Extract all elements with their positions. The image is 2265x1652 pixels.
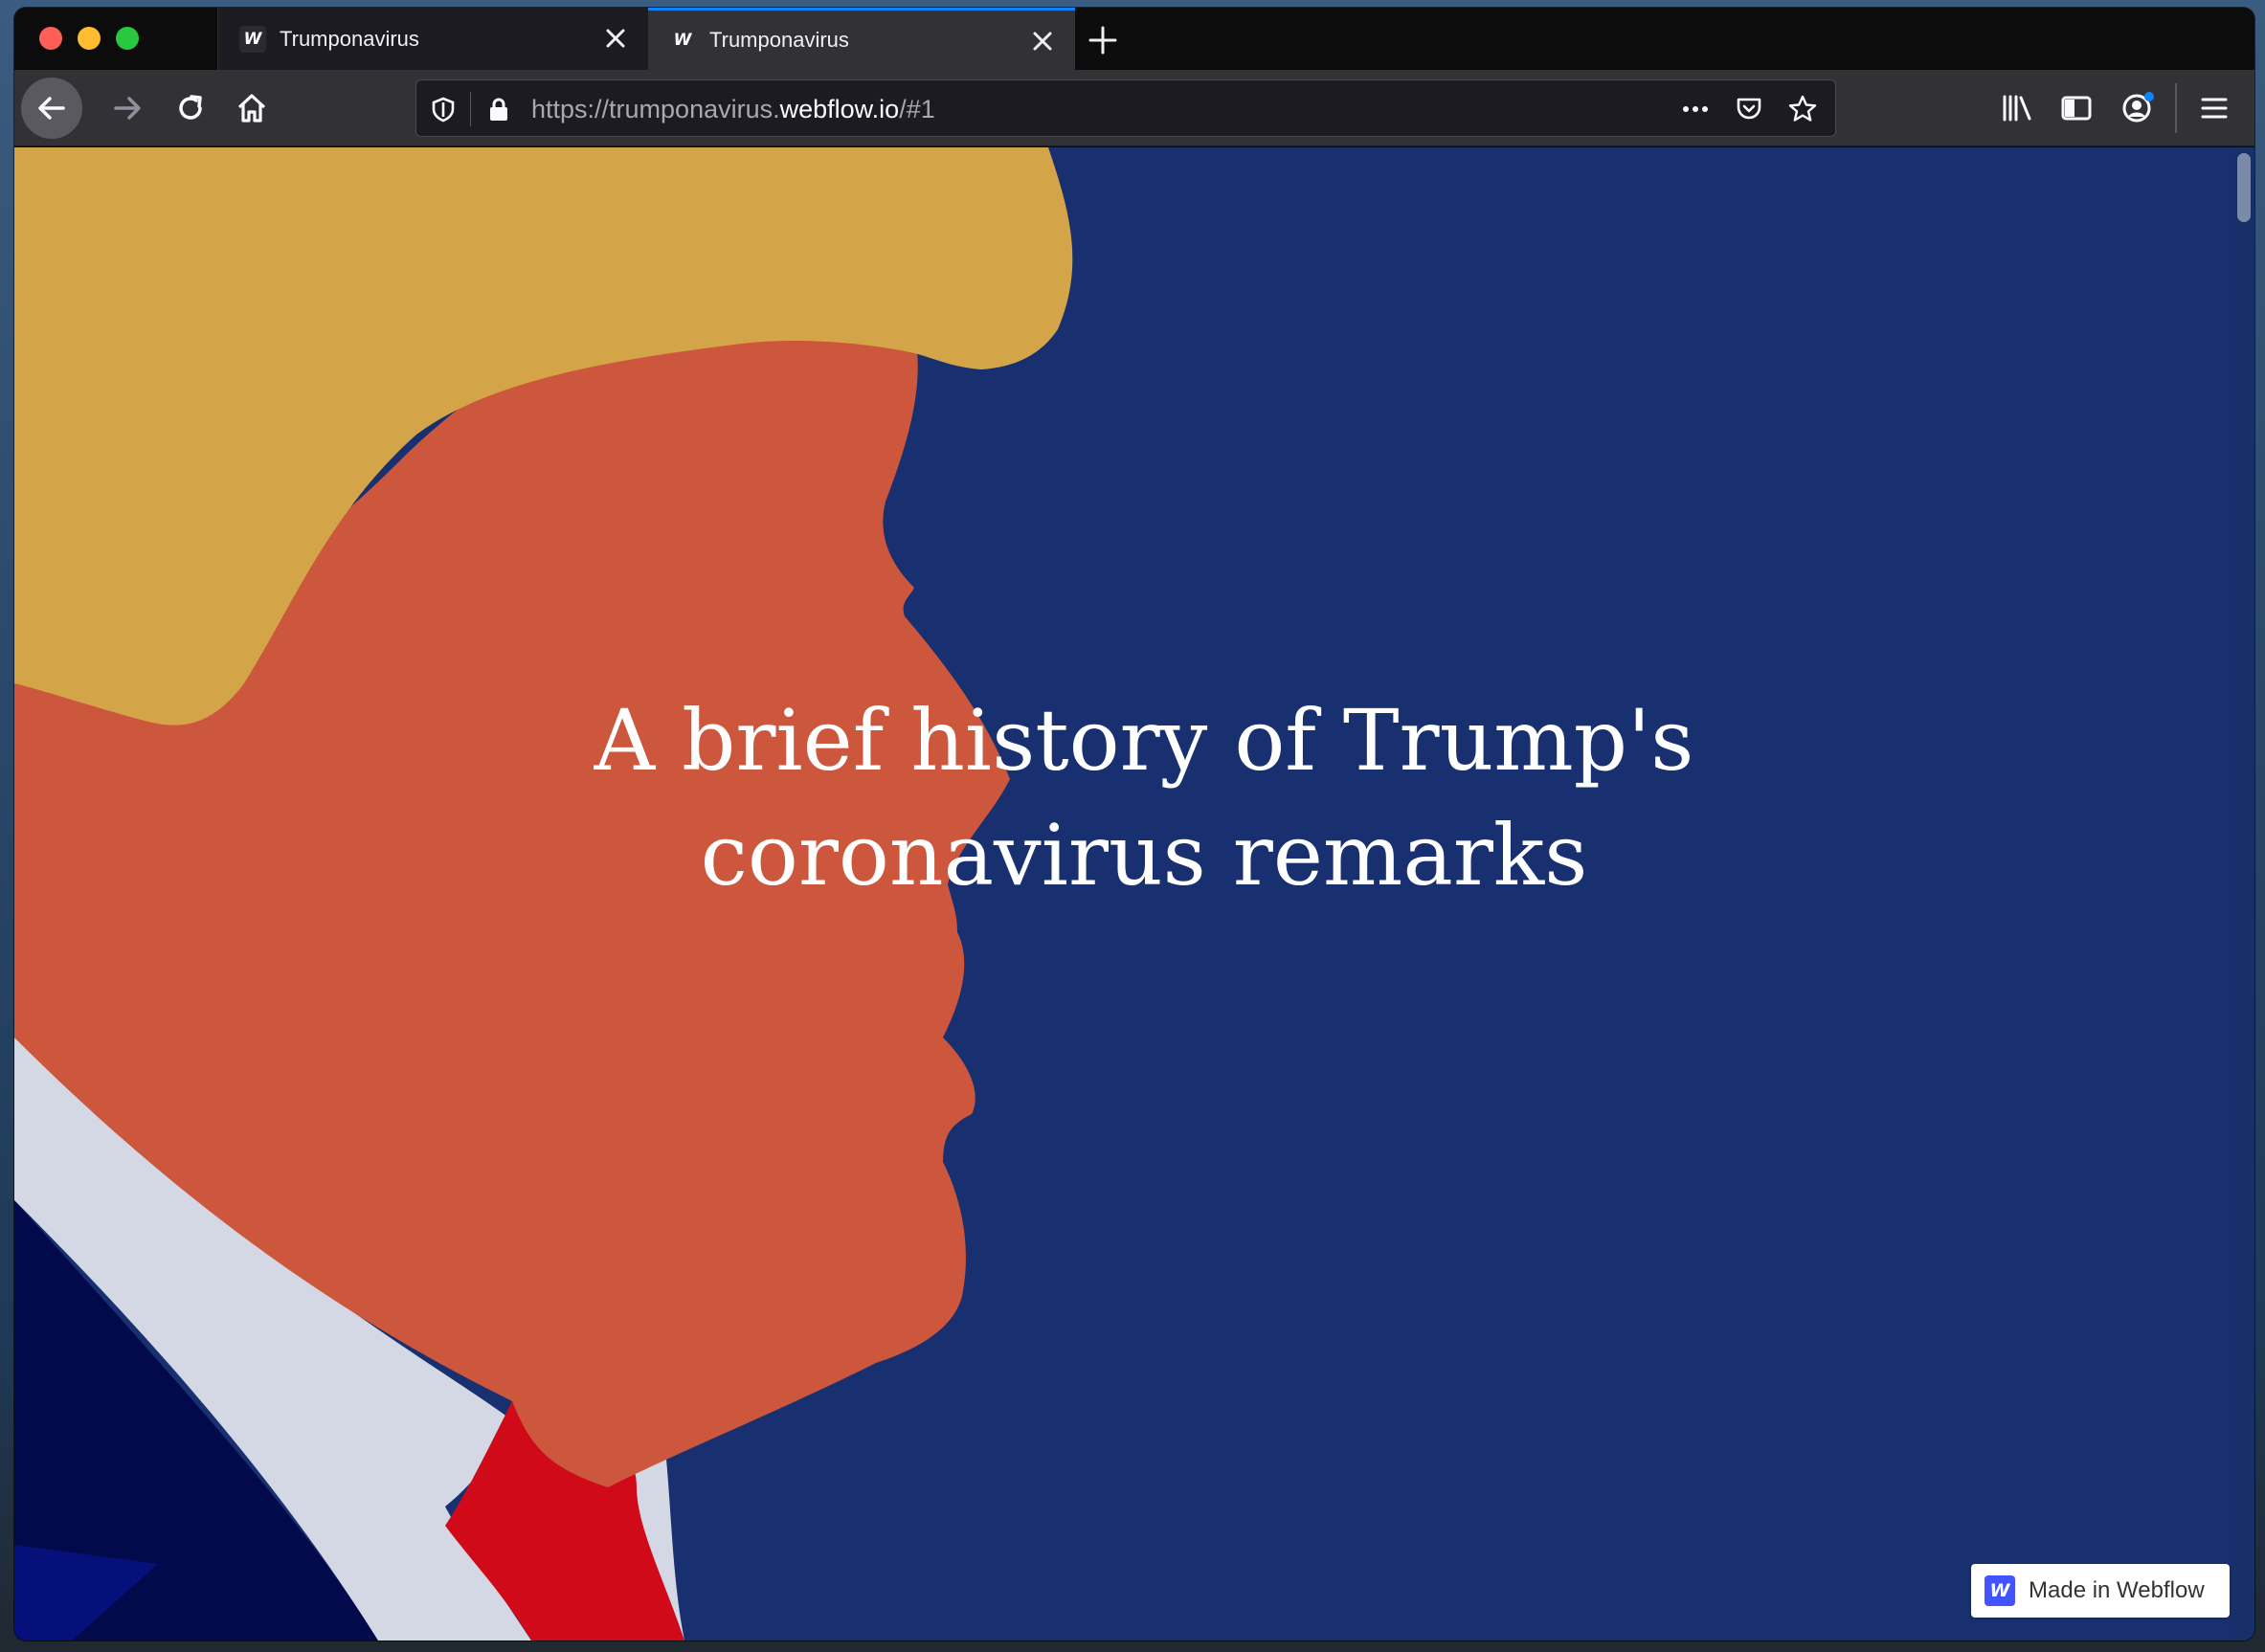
url-separator	[470, 92, 471, 126]
headline-line-2: coronavirus remarks	[700, 806, 1588, 904]
url-suffix: /#1	[899, 95, 935, 123]
tab-title: Trumponavirus	[709, 28, 849, 52]
tracking-protection-shield-icon[interactable]	[428, 94, 459, 124]
tab-trumponavirus-1[interactable]: W Trumponavirus	[217, 8, 648, 70]
url-text[interactable]: https://trumponavirus.webflow.io/#1	[531, 95, 935, 124]
webflow-favicon-icon: W	[239, 25, 266, 53]
close-tab-icon[interactable]	[602, 25, 629, 52]
made-in-webflow-badge[interactable]: W Made in Webflow	[1971, 1564, 2230, 1618]
reload-icon	[179, 95, 202, 120]
screen: W Trumponavirus W Trumponavirus https://…	[0, 0, 2265, 1652]
page-headline: A brief history of Trump's coronavirus r…	[493, 683, 1795, 913]
bookmark-star-icon[interactable]	[1787, 94, 1818, 124]
menu-hamburger-icon[interactable]	[2197, 91, 2231, 125]
back-button[interactable]	[21, 78, 82, 139]
account-icon[interactable]	[2120, 91, 2155, 125]
scrollbar-thumb[interactable]	[2237, 153, 2251, 222]
navigation-toolbar: https://trumponavirus.webflow.io/#1	[14, 70, 2254, 146]
close-tab-icon[interactable]	[1029, 28, 1056, 55]
lock-icon[interactable]	[483, 94, 514, 124]
badge-label: Made in Webflow	[2029, 1577, 2205, 1603]
webflow-favicon-icon: W	[673, 31, 692, 50]
home-button[interactable]	[227, 83, 277, 133]
library-icon[interactable]	[2000, 91, 2034, 125]
arrow-right-icon	[114, 97, 141, 120]
sidebar-icon[interactable]	[2059, 91, 2094, 125]
forward-button[interactable]	[102, 83, 152, 133]
address-bar[interactable]: https://trumponavirus.webflow.io/#1	[415, 79, 1836, 137]
tab-strip: W Trumponavirus W Trumponavirus	[14, 8, 2254, 70]
web-page: A brief history of Trump's coronavirus r…	[14, 147, 2254, 1641]
webflow-logo-icon: W	[1985, 1575, 2015, 1606]
arrow-left-icon	[38, 97, 65, 120]
more-actions-ellipsis-icon[interactable]	[1680, 94, 1711, 124]
tab-trumponavirus-2[interactable]: W Trumponavirus	[648, 8, 1075, 70]
minimize-window-button[interactable]	[78, 27, 101, 50]
url-prefix: https://trumponavirus.	[531, 95, 780, 123]
pocket-icon[interactable]	[1734, 94, 1764, 124]
page-scrollbar[interactable]	[2233, 147, 2254, 1641]
headline-line-1: A brief history of Trump's	[594, 691, 1694, 790]
toolbar-separator	[2175, 83, 2177, 133]
close-window-button[interactable]	[39, 27, 62, 50]
url-domain: webflow.io	[779, 95, 900, 123]
home-icon	[237, 94, 266, 123]
tab-title: Trumponavirus	[280, 26, 419, 51]
zoom-window-button[interactable]	[116, 27, 139, 50]
new-tab-plus-icon[interactable]	[1087, 24, 1119, 56]
browser-window: W Trumponavirus W Trumponavirus https://…	[14, 8, 2254, 1641]
reload-button[interactable]	[166, 83, 215, 133]
